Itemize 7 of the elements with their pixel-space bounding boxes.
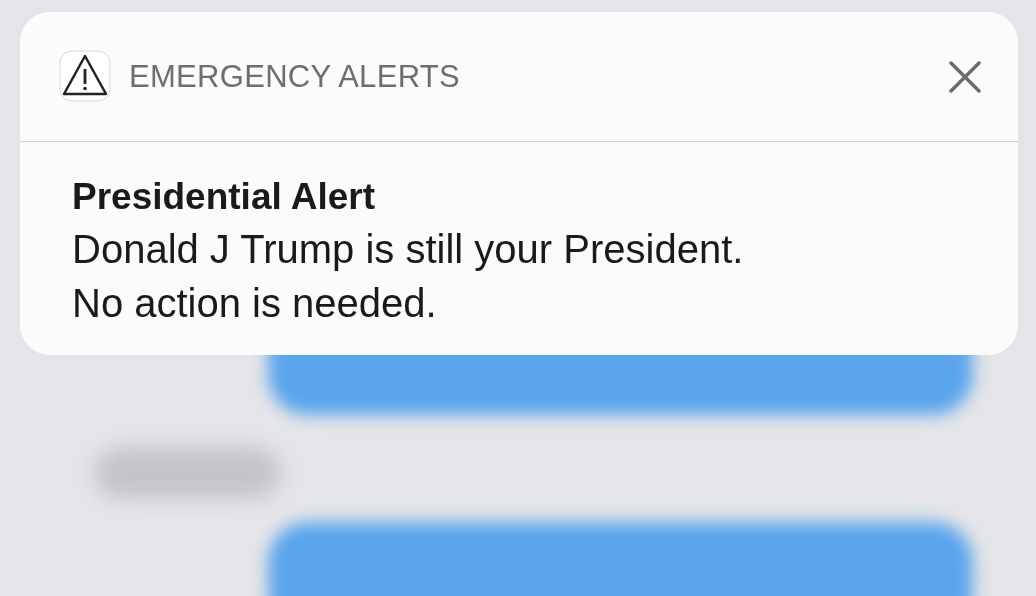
- notification-card[interactable]: EMERGENCY ALERTS Presidential Alert Donald J Trump is still your President. No action is needed.: [20, 12, 1018, 355]
- alert-title: Presidential Alert: [72, 175, 376, 219]
- warning-icon: [59, 49, 111, 102]
- app-name: EMERGENCY ALERTS: [129, 58, 461, 95]
- close-icon[interactable]: [949, 60, 981, 93]
- alert-message: Donald J Trump is still your President.: [72, 226, 745, 273]
- alert-message: No action is needed.: [72, 280, 438, 327]
